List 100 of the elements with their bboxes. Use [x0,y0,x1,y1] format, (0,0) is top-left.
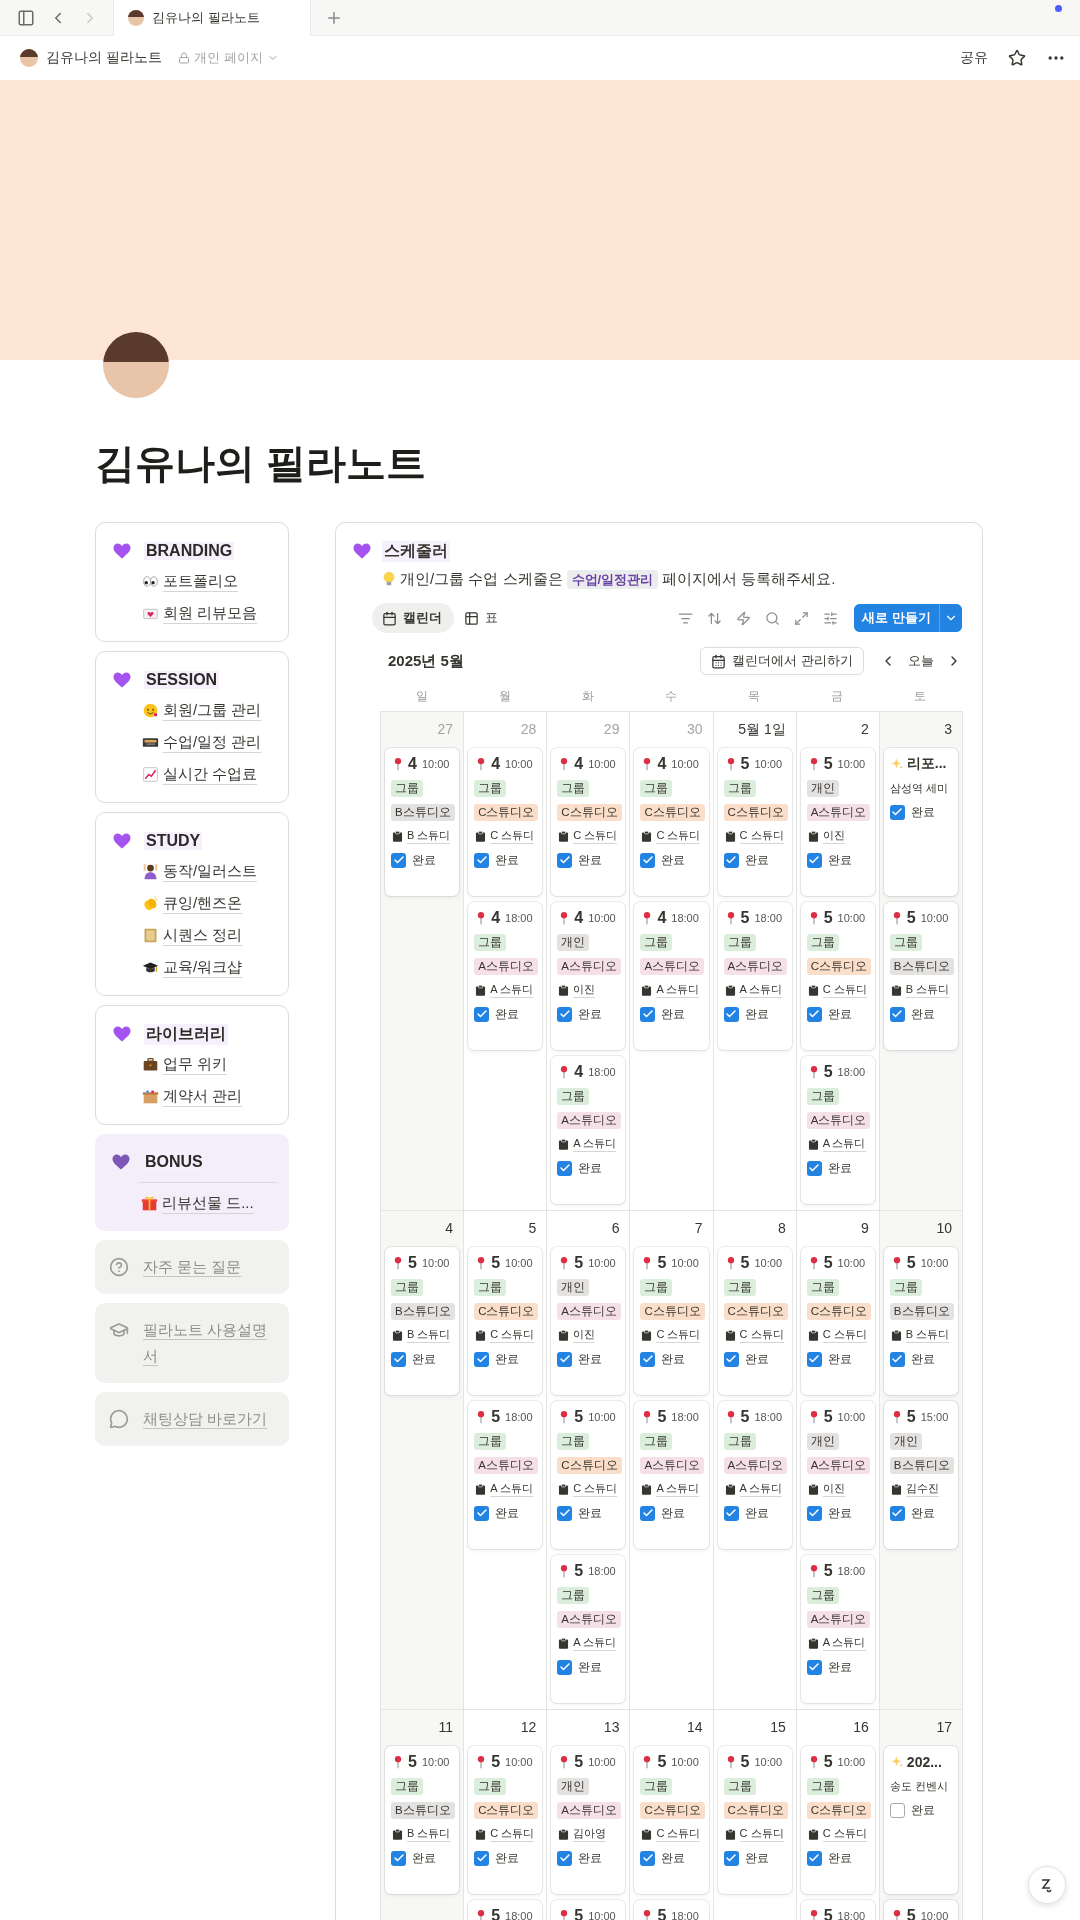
checkbox[interactable] [806,1505,822,1521]
event-card[interactable]: 4 10:00 개인 A스튜디오 이진 완료 [551,902,626,1050]
checkbox[interactable] [889,1802,905,1818]
instructor-link[interactable]: A 스튜디 [490,982,533,998]
instructor-link[interactable]: C 스튜디 [490,1327,535,1343]
checkbox[interactable] [557,1850,573,1866]
help-button[interactable] [1028,1866,1066,1904]
event-card[interactable]: 5 10:00 그룹 C스튜디오 C 스튜디 완료 [468,1247,543,1395]
instructor-link[interactable]: C 스튜디 [822,1826,867,1842]
view-tab[interactable]: 표 [454,603,510,633]
event-card[interactable]: 5 10:00 그룹 C스튜디오 C 스튜디 완료 [800,1746,875,1894]
checkbox[interactable] [723,1850,739,1866]
instructor-link[interactable]: 이진 [822,1481,845,1497]
page-link[interactable]: 실시간 수업료 [163,763,258,785]
checkbox[interactable] [806,1351,822,1367]
event-card[interactable]: 5 18:00 그룹 A스튜디오 A 스튜디 완료 [634,1401,709,1549]
checkbox[interactable] [557,1505,573,1521]
event-card[interactable]: 5 18:00 그룹 A스튜디오 A 스튜디 완료 [468,1401,543,1549]
sort-icon[interactable] [707,610,723,626]
instructor-link[interactable]: 김아영 [573,1826,607,1842]
page-link[interactable]: 회원/그룹 관리 [163,699,262,721]
expand-icon[interactable] [794,610,810,626]
page-link[interactable]: 업무 위키 [163,1053,228,1075]
instructor-link[interactable]: C 스튜디 [656,828,701,844]
instructor-link[interactable]: C 스튜디 [739,828,784,844]
instructor-link[interactable]: C 스튜디 [490,1826,535,1842]
checkbox[interactable] [640,1850,656,1866]
dropdown-button[interactable] [939,604,962,632]
event-card[interactable]: 5 10:00 그룹 B스튜디오 B 스튜디 완료 [883,1247,958,1395]
checkbox[interactable] [557,1659,573,1675]
instructor-link[interactable]: C 스튜디 [822,1327,867,1343]
page-link[interactable]: 계약서 관리 [163,1085,243,1107]
checkbox[interactable] [391,1351,406,1367]
today-button[interactable]: 오늘 [904,652,938,670]
instructor-link[interactable]: C 스튜디 [573,828,618,844]
event-card[interactable]: 5 15:00 개인 B스튜디오 김수진 완료 [883,1401,958,1549]
event-card[interactable]: 5 10:00 그룹 C스튜디오 C 스튜디 완료 [634,1247,709,1395]
checkbox[interactable] [391,1850,406,1866]
search-icon[interactable] [765,610,781,626]
checkbox[interactable] [557,1351,573,1367]
instructor-link[interactable]: A 스튜디 [822,1136,866,1152]
page-link[interactable]: 회원 리뷰모음 [163,602,258,624]
star-icon[interactable] [1008,49,1026,67]
event-card[interactable]: 4 18:00 그룹 A스튜디오 A 스튜디 완료 [468,902,543,1050]
view-tab[interactable]: 캘린더 [372,603,454,633]
event-card[interactable]: 5 18:00 그룹 A스튜디오 A 스튜디 완료 [800,1056,875,1204]
event-card[interactable]: 4 18:00 그룹 A스튜디오 A 스튜디 완료 [551,1056,626,1204]
page-link[interactable]: 시퀀스 정리 [163,924,243,946]
instructor-link[interactable]: A 스튜디 [739,982,783,998]
instructor-link[interactable]: A 스튜디 [656,982,700,998]
browser-tab[interactable]: 김유나의 필라노트 [113,0,311,36]
lightning-icon[interactable] [736,610,752,626]
event-card[interactable]: 5 10:00 그룹 C스튜디오 C 스튜디 완료 [717,748,792,896]
page-mention-link[interactable]: 수업/일정관리 [566,569,659,589]
instructor-link[interactable]: B 스튜디 [905,1327,950,1343]
instructor-link[interactable]: C 스튜디 [656,1327,701,1343]
page-link[interactable]: 교육/워크샵 [163,956,243,978]
event-card[interactable]: 4 10:00 그룹 C스튜디오 C 스튜디 완료 [468,748,543,896]
event-card[interactable]: 5 10:00 개인 A스튜디오 김아영 완료 [551,1746,626,1894]
event-card[interactable]: 5 10:00 그룹 C스튜디오 C 스튜디 완료 [717,1247,792,1395]
checkbox[interactable] [806,1659,822,1675]
instructor-link[interactable]: C 스튜디 [490,828,535,844]
checkbox[interactable] [723,1505,739,1521]
checkbox[interactable] [806,852,822,868]
breadcrumb[interactable]: 김유나의 필라노트 [46,49,162,67]
checkbox[interactable] [806,1160,822,1176]
instructor-link[interactable]: 이진 [573,982,596,998]
checkbox[interactable] [723,852,739,868]
instructor-link[interactable]: A 스튜디 [573,1136,617,1152]
checkbox[interactable] [723,1351,739,1367]
event-card[interactable]: 5 10:00 그룹 B스튜디오 B 스튜디 완료 [385,1746,460,1894]
checkbox[interactable] [391,852,406,868]
event-card[interactable]: 5 10:00 그룹 C스튜디오 C 스튜디 완료 [800,1247,875,1395]
settings-icon[interactable] [823,610,839,626]
filter-icon[interactable] [678,610,694,626]
share-button[interactable]: 공유 [960,49,988,67]
checkbox[interactable] [557,1160,573,1176]
event-card[interactable]: 5 10:00 개인 A스튜디오 이진 완료 [551,1247,626,1395]
event-card[interactable]: 5 10:00 그룹 C스튜디오 C 스튜디 완료 [634,1746,709,1894]
checkbox[interactable] [640,1351,656,1367]
checkbox[interactable] [889,804,905,820]
event-card[interactable]: 5 10:00 개인 A스튜디오 이진 완료 [800,748,875,896]
page-link[interactable]: 포트폴리오 [163,570,238,592]
event-card[interactable]: 5 10:00 그룹 B스튜디오 B 스튜디 완료 [883,902,958,1050]
event-card[interactable]: 5 10:00 그룹 C스튜디오 C 스튜디 완료 [717,1746,792,1894]
instructor-link[interactable]: A 스튜디 [739,1481,783,1497]
instructor-link[interactable]: A 스튜디 [490,1481,533,1497]
instructor-link[interactable]: C 스튜디 [739,1327,784,1343]
instructor-link[interactable]: B 스튜디 [407,828,451,844]
event-card[interactable]: 5 10:00 그룹 C스튜디오 C 스튜디 완료 [551,1401,626,1549]
page-link[interactable]: 동작/일러스트 [163,860,258,882]
checkbox[interactable] [640,1505,656,1521]
event-card[interactable]: 4 18:00 그룹 A스튜디오 A 스튜디 완료 [634,902,709,1050]
checkbox[interactable] [640,1006,656,1022]
checkbox[interactable] [474,1006,490,1022]
instructor-link[interactable]: B 스튜디 [905,982,950,998]
event-card[interactable]: 5 18:00 그룹 A스튜디오 A 스튜디 완료 [717,902,792,1050]
event-card[interactable]: 리포... 삼성역 세미 완료 [883,748,958,896]
instructor-link[interactable]: 김수진 [905,1481,939,1497]
event-card[interactable]: 4 10:00 그룹 C스튜디오 C 스튜디 완료 [551,748,626,896]
